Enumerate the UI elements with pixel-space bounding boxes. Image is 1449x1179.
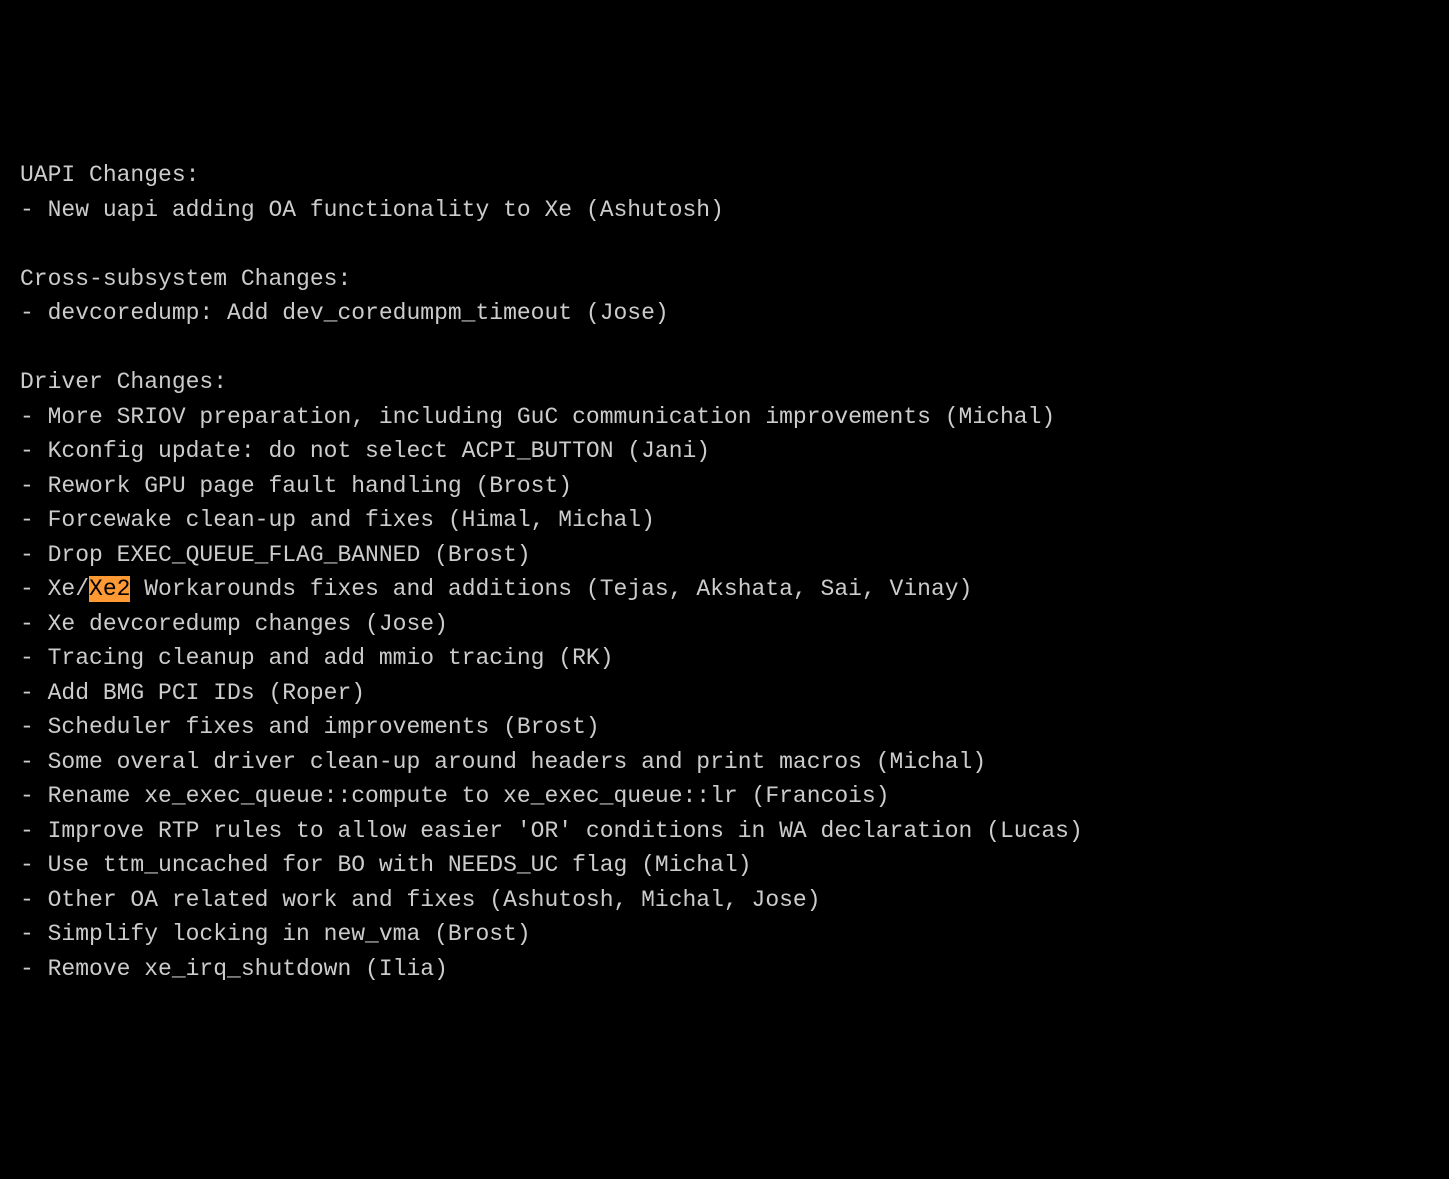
changelog-item: - New uapi adding OA functionality to Xe… (20, 193, 1429, 228)
changelog-item: - Remove xe_irq_shutdown (Ilia) (20, 952, 1429, 987)
section-header: UAPI Changes: (20, 158, 1429, 193)
changelog-item: - Simplify locking in new_vma (Brost) (20, 917, 1429, 952)
changelog-item: - More SRIOV preparation, including GuC … (20, 400, 1429, 435)
changelog-item: - Drop EXEC_QUEUE_FLAG_BANNED (Brost) (20, 538, 1429, 573)
changelog-item: - Rework GPU page fault handling (Brost) (20, 469, 1429, 504)
changelog-item: - Add BMG PCI IDs (Roper) (20, 676, 1429, 711)
changelog-item: - Kconfig update: do not select ACPI_BUT… (20, 434, 1429, 469)
section-header: Driver Changes: (20, 365, 1429, 400)
changelog-item: - Tracing cleanup and add mmio tracing (… (20, 641, 1429, 676)
changelog-item: - Forcewake clean-up and fixes (Himal, M… (20, 503, 1429, 538)
changelog-item: - Xe/Xe2 Workarounds fixes and additions… (20, 572, 1429, 607)
changelog-document: UAPI Changes:- New uapi adding OA functi… (20, 158, 1429, 986)
changelog-item: - Some overal driver clean-up around hea… (20, 745, 1429, 780)
changelog-item: - devcoredump: Add dev_coredumpm_timeout… (20, 296, 1429, 331)
changelog-item: - Xe devcoredump changes (Jose) (20, 607, 1429, 642)
changelog-item: - Rename xe_exec_queue::compute to xe_ex… (20, 779, 1429, 814)
changelog-item: - Use ttm_uncached for BO with NEEDS_UC … (20, 848, 1429, 883)
changelog-item: - Scheduler fixes and improvements (Bros… (20, 710, 1429, 745)
section-header: Cross-subsystem Changes: (20, 262, 1429, 297)
search-highlight: Xe2 (89, 576, 130, 602)
changelog-item: - Improve RTP rules to allow easier 'OR'… (20, 814, 1429, 849)
changelog-item: - Other OA related work and fixes (Ashut… (20, 883, 1429, 918)
